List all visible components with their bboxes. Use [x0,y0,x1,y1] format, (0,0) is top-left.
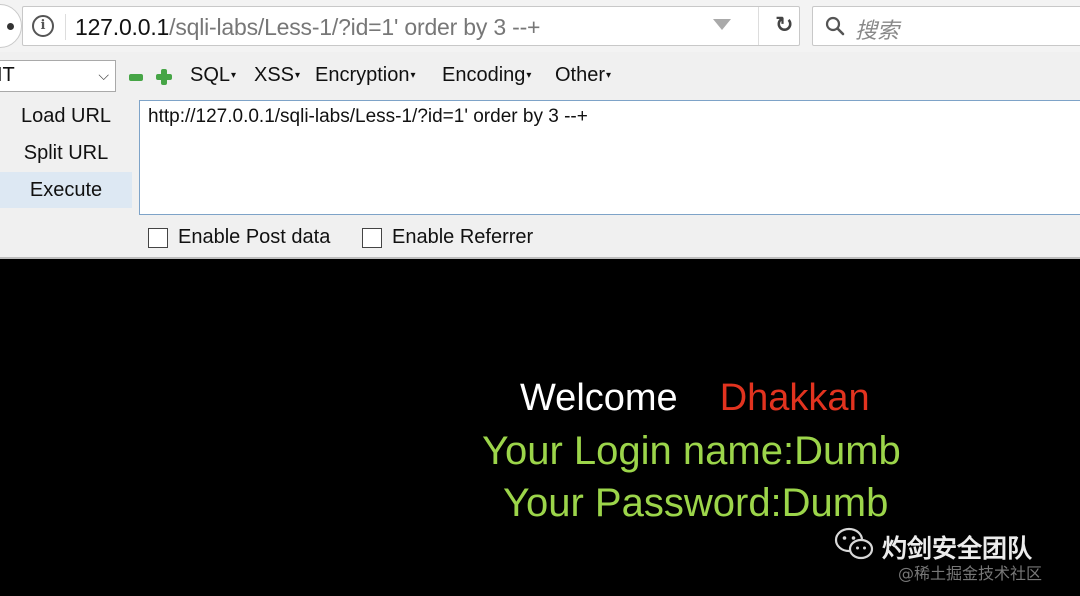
welcome-text: Welcome [520,377,678,419]
search-input[interactable]: 搜索 [812,6,1080,46]
address-bar[interactable]: i 127.0.0.1/sqli-labs/Less-1/?id=1' orde… [22,6,800,46]
info-icon[interactable]: i [32,15,54,37]
page-content: Welcome Dhakkan Your Login name:Dumb Your… [0,259,1080,596]
menu-sql[interactable]: SQL▾ [190,64,236,87]
menu-encoding[interactable]: Encoding▾ [442,64,531,87]
chevron-down-icon: ⌵ [98,68,109,84]
menu-other-label: Other [555,64,606,86]
address-divider-2 [758,7,759,45]
caret-down-icon: ▾ [606,70,612,81]
url-textarea[interactable]: http://127.0.0.1/sqli-labs/Less-1/?id=1'… [139,100,1080,215]
back-button[interactable] [0,4,22,48]
address-text[interactable]: 127.0.0.1/sqli-labs/Less-1/?id=1' order … [75,14,540,41]
referrer-label: Enable Referrer [392,226,534,248]
menu-xss-label: XSS [254,64,295,86]
select-value: IT [0,64,15,86]
hackbar-select[interactable]: IT ⌵ [0,60,116,92]
menu-encryption-label: Encryption [315,64,410,86]
menu-xss[interactable]: XSS▾ [254,64,300,87]
caret-down-icon: ▾ [410,70,416,81]
referrer-checkbox[interactable] [362,228,382,248]
welcome-line: Welcome Dhakkan [520,377,870,420]
login-name-text: Your Login name:Dumb [482,429,901,473]
welcome-name: Dhakkan [719,377,870,419]
caret-down-icon: ▾ [295,70,301,81]
password-text: Your Password:Dumb [503,481,889,525]
hackbar-panel: IT ⌵ SQL▾ XSS▾ Encryption▾ Encoding▾ Oth… [0,52,1080,258]
post-data-label: Enable Post data [178,226,331,248]
menu-encoding-label: Encoding [442,64,526,86]
browser-toolbar: i 127.0.0.1/sqli-labs/Less-1/?id=1' orde… [0,0,1080,52]
url-host: 127.0.0.1 [75,14,170,40]
plus-icon[interactable] [156,69,172,85]
minus-icon[interactable] [129,74,143,81]
menu-sql-label: SQL [190,64,231,86]
post-data-checkbox[interactable] [148,228,168,248]
textarea-value: http://127.0.0.1/sqli-labs/Less-1/?id=1'… [148,106,588,127]
wechat-icon [834,527,874,560]
address-divider [65,14,66,40]
search-placeholder: 搜索 [855,19,900,44]
execute-button[interactable]: Execute [0,172,132,208]
caret-down-icon: ▾ [526,70,532,81]
reload-icon[interactable]: ↻ [775,15,799,39]
menu-encryption[interactable]: Encryption▾ [315,64,416,87]
watermark-subtitle: @稀土掘金技术社区 [898,564,1043,583]
caret-down-icon: ▾ [231,70,237,81]
dropdown-arrow-icon[interactable] [713,19,731,30]
search-icon [825,16,845,36]
split-url-button[interactable]: Split URL [0,135,132,171]
load-url-button[interactable]: Load URL [0,98,132,134]
url-path: /sqli-labs/Less-1/?id=1' order by 3 --+ [169,14,541,40]
menu-other[interactable]: Other▾ [555,64,611,87]
